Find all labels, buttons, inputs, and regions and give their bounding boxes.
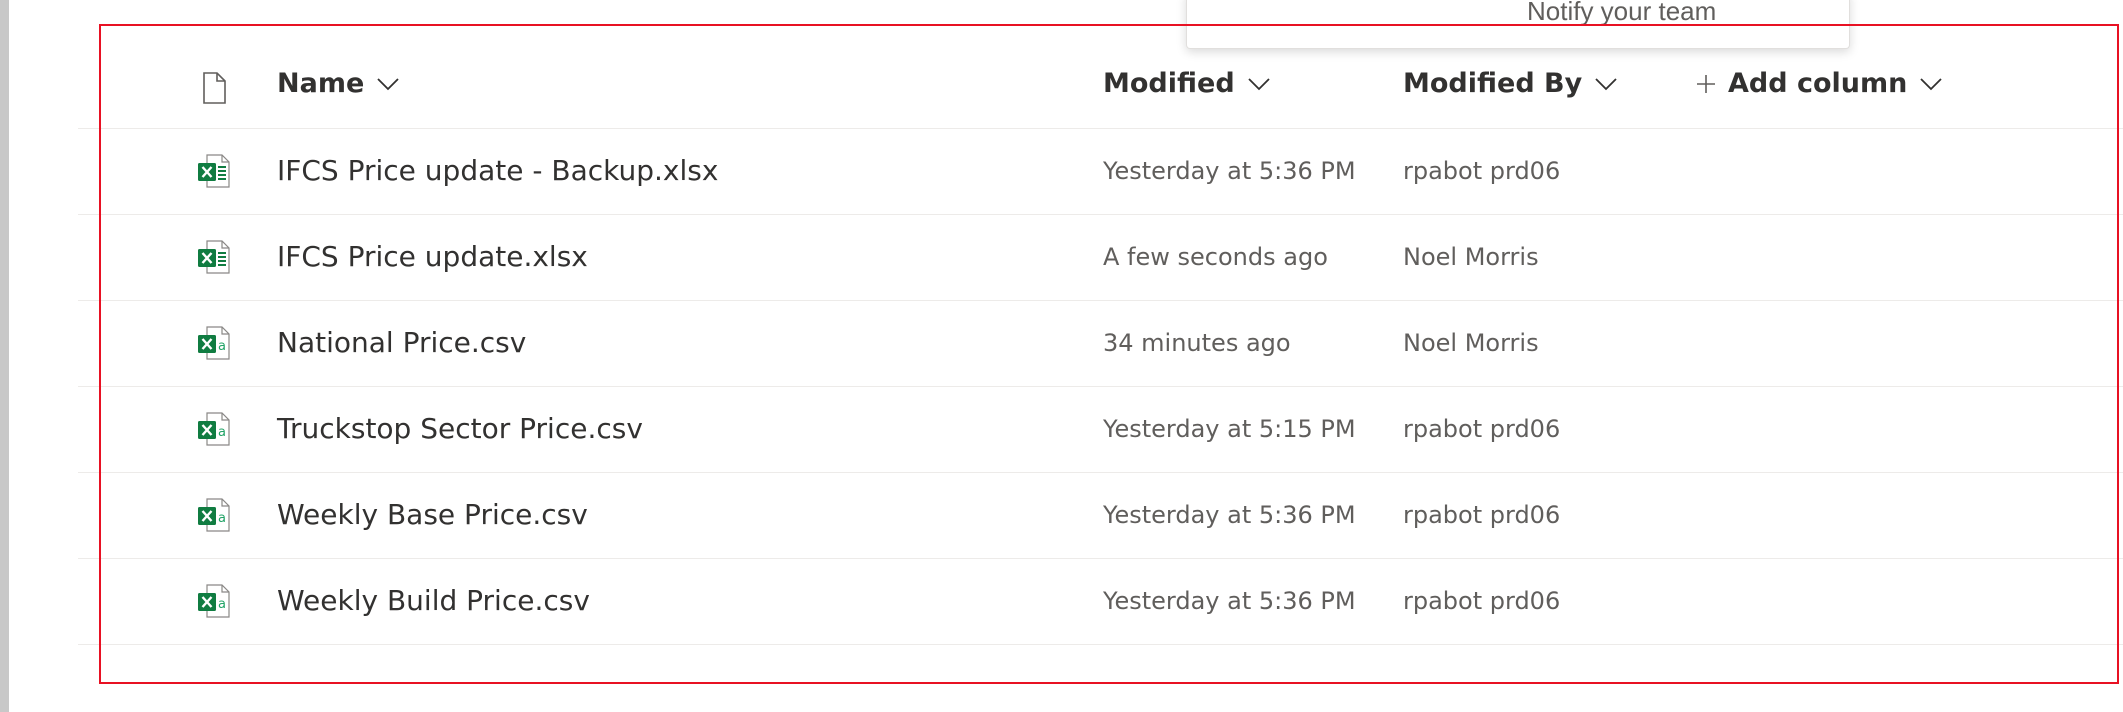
- csv-file-icon: a: [194, 323, 234, 363]
- add-column-button[interactable]: Add column: [1696, 68, 1943, 99]
- csv-file-icon: a: [194, 495, 234, 535]
- name-column-label: Name: [277, 68, 365, 99]
- file-name-link[interactable]: IFCS Price update.xlsx: [277, 240, 588, 273]
- notify-team-text[interactable]: Notify your team: [1527, 0, 1716, 27]
- document-library-list: Name Modified Modified By Add column IFC…: [78, 42, 2123, 645]
- file-row[interactable]: a Weekly Base Price.csv Yesterday at 5:3…: [78, 473, 2123, 559]
- modified-date: Yesterday at 5:36 PM: [1103, 587, 1356, 615]
- modified-date: 34 minutes ago: [1103, 329, 1291, 357]
- chevron-down-icon: [1920, 77, 1942, 90]
- modified-column-label: Modified: [1103, 68, 1235, 99]
- csv-file-icon: a: [194, 409, 234, 449]
- svg-text:a: a: [218, 511, 226, 526]
- chevron-down-icon: [1248, 77, 1270, 90]
- file-row[interactable]: a Weekly Build Price.csv Yesterday at 5:…: [78, 559, 2123, 645]
- modified-date: Yesterday at 5:36 PM: [1103, 157, 1356, 185]
- svg-text:a: a: [218, 425, 226, 440]
- modified-by-user[interactable]: rpabot prd06: [1403, 415, 1560, 443]
- file-name-link[interactable]: Weekly Base Price.csv: [277, 498, 588, 531]
- csv-file-icon: a: [194, 581, 234, 621]
- chevron-down-icon: [377, 77, 399, 90]
- chevron-down-icon: [1595, 77, 1617, 90]
- file-row[interactable]: a Truckstop Sector Price.csv Yesterday a…: [78, 387, 2123, 473]
- excel-workbook-icon: [194, 237, 234, 277]
- column-header-row: Name Modified Modified By Add column: [78, 42, 2123, 129]
- modified-date: Yesterday at 5:36 PM: [1103, 501, 1356, 529]
- file-name-link[interactable]: IFCS Price update - Backup.xlsx: [277, 154, 718, 187]
- modified-by-user[interactable]: rpabot prd06: [1403, 157, 1560, 185]
- add-column-label: Add column: [1728, 68, 1908, 99]
- file-row[interactable]: a National Price.csv 34 minutes ago Noel…: [78, 301, 2123, 387]
- modified-by-user[interactable]: rpabot prd06: [1403, 501, 1560, 529]
- modified-by-user[interactable]: Noel Morris: [1403, 243, 1539, 271]
- file-name-link[interactable]: Weekly Build Price.csv: [277, 584, 590, 617]
- modified-by-column-header[interactable]: Modified By: [1403, 68, 1618, 99]
- modified-column-header[interactable]: Modified: [1103, 68, 1271, 99]
- plus-icon: [1697, 74, 1715, 93]
- left-panel-edge: [0, 0, 9, 712]
- file-row[interactable]: IFCS Price update.xlsx A few seconds ago…: [78, 215, 2123, 301]
- modified-by-user[interactable]: rpabot prd06: [1403, 587, 1560, 615]
- modified-by-column-label: Modified By: [1403, 68, 1583, 99]
- modified-date: A few seconds ago: [1103, 243, 1328, 271]
- file-name-link[interactable]: Truckstop Sector Price.csv: [277, 412, 643, 445]
- modified-by-user[interactable]: Noel Morris: [1403, 329, 1539, 357]
- name-column-header[interactable]: Name: [277, 68, 400, 99]
- excel-workbook-icon: [194, 151, 234, 191]
- svg-text:a: a: [218, 339, 226, 354]
- file-type-header-icon[interactable]: [194, 68, 234, 108]
- svg-text:a: a: [218, 597, 226, 612]
- file-name-link[interactable]: National Price.csv: [277, 326, 526, 359]
- file-row[interactable]: IFCS Price update - Backup.xlsx Yesterda…: [78, 129, 2123, 215]
- modified-date: Yesterday at 5:15 PM: [1103, 415, 1356, 443]
